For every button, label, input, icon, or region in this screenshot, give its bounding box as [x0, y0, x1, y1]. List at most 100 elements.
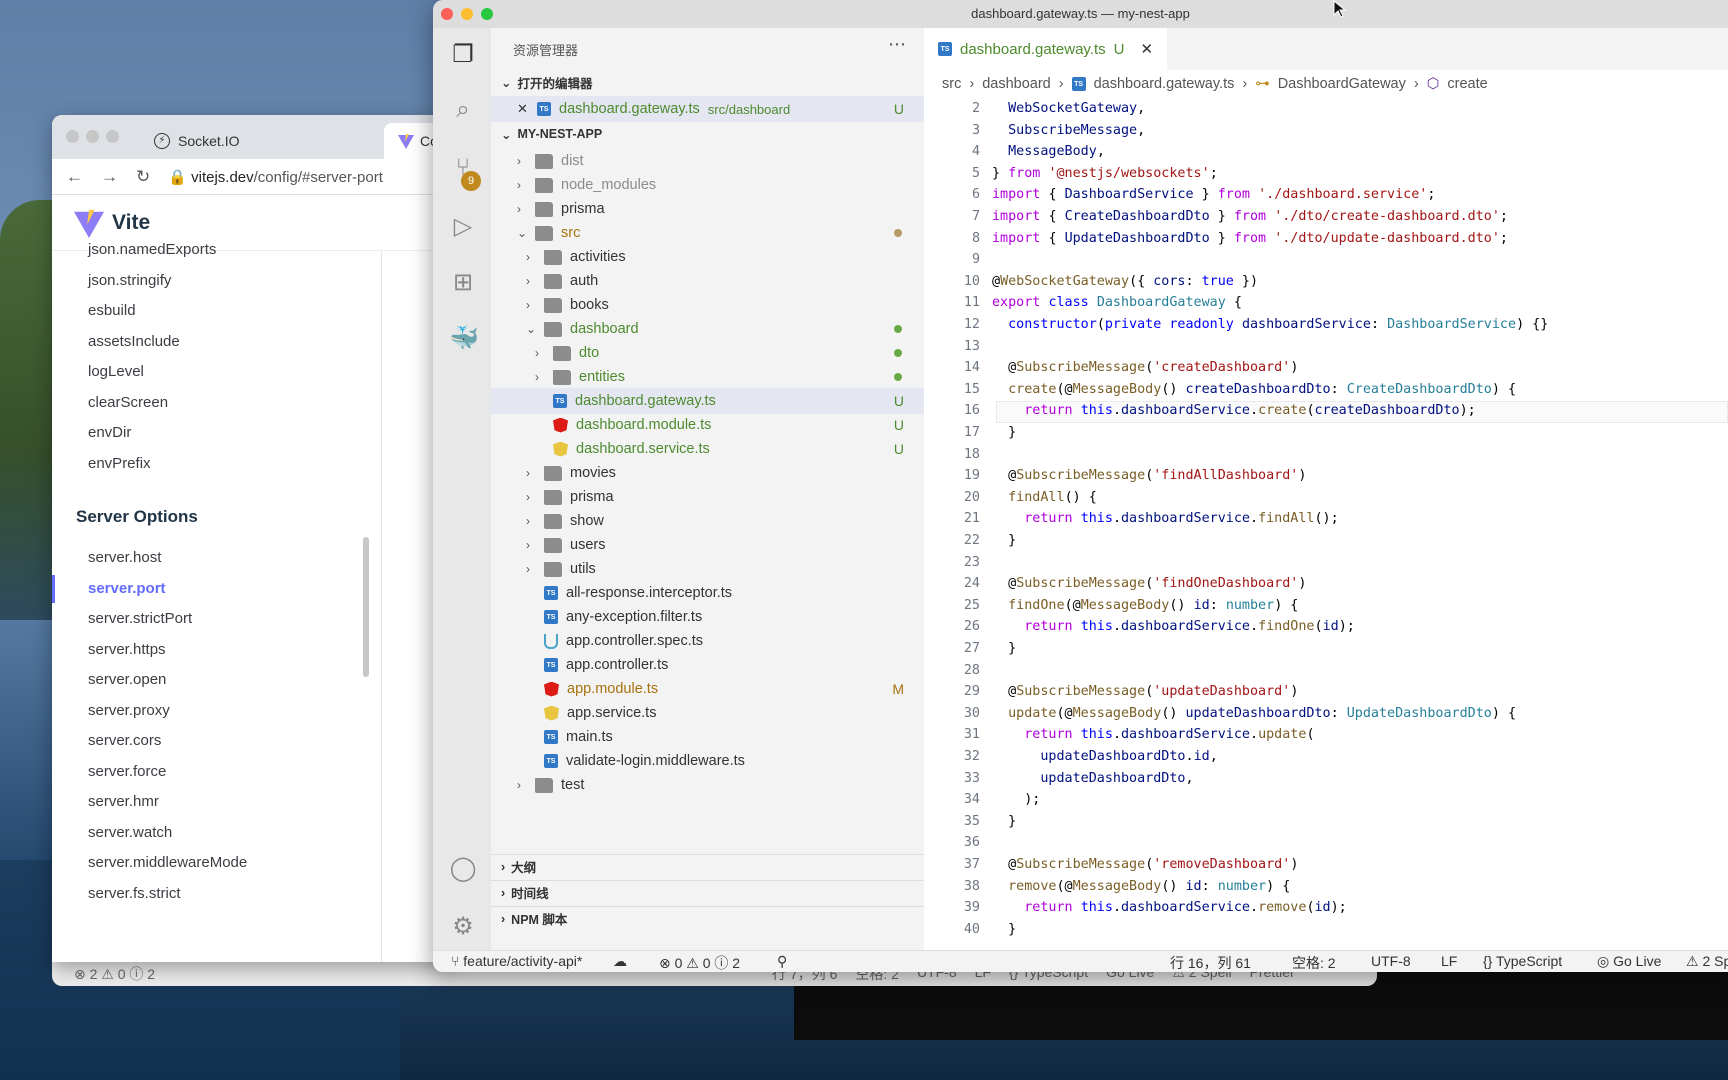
tree-item[interactable]: app.service.ts [491, 700, 924, 726]
sidebar-link[interactable]: server.middlewareMode [88, 854, 247, 871]
cursor-position[interactable]: 行 16，列 61 [1170, 953, 1251, 972]
search-icon[interactable]: ⌕ [449, 96, 477, 124]
sidebar-link[interactable]: server.fs.strict [88, 885, 181, 902]
more-actions-icon[interactable]: ⋯ [888, 34, 906, 55]
zoom-window-button[interactable] [106, 130, 119, 143]
tree-item[interactable]: ⌄ dashboard [491, 316, 924, 342]
explorer-icon[interactable]: ❐ [449, 40, 477, 68]
sidebar-link[interactable]: server.port [88, 580, 166, 597]
minimize-window-button[interactable] [461, 8, 473, 20]
sidebar-scrollbar[interactable] [363, 537, 369, 677]
extensions-icon[interactable]: ⊞ [449, 268, 477, 296]
minimize-window-button[interactable] [86, 130, 99, 143]
tree-item[interactable]: dashboard.service.ts U [491, 436, 924, 462]
tree-item[interactable]: TS dashboard.gateway.ts U [491, 388, 924, 414]
sidebar-link[interactable]: envDir [88, 424, 131, 441]
sidebar-link[interactable]: logLevel [88, 363, 144, 380]
sidebar-link[interactable]: server.https [88, 641, 166, 658]
problems-indicator[interactable]: ⊗ 0 ⚠ 0 ⓘ 2 [659, 953, 740, 972]
code-token: . [1250, 403, 1259, 419]
address-bar[interactable]: 🔒 vitejs.dev/config/#server-port [168, 168, 383, 186]
open-editors-section[interactable]: ⌄ 打开的编辑器 [491, 70, 924, 94]
run-debug-icon[interactable]: ▷ [449, 212, 477, 240]
tree-item[interactable]: TS app.controller.ts [491, 652, 924, 678]
tree-item[interactable]: › users [491, 532, 924, 558]
tree-item[interactable]: › show [491, 508, 924, 534]
zoom-window-button[interactable] [481, 8, 493, 20]
line-endings[interactable]: LF [1441, 953, 1457, 969]
tree-item[interactable]: › entities [491, 364, 924, 390]
code-token: return [1024, 619, 1081, 635]
tree-item[interactable]: › activities [491, 244, 924, 270]
tree-item[interactable]: › test [491, 772, 924, 798]
tree-item[interactable]: › auth [491, 268, 924, 294]
sidebar-link[interactable]: esbuild [88, 302, 136, 319]
sidebar-link[interactable]: json.stringify [88, 272, 171, 289]
indentation[interactable]: 空格: 2 [1292, 953, 1336, 972]
outline-section[interactable]: › 大纲 [491, 854, 924, 878]
account-icon[interactable]: ◯ [449, 854, 477, 882]
tree-item[interactable]: TS main.ts [491, 724, 924, 750]
sidebar-link[interactable]: server.open [88, 671, 166, 688]
sidebar-link[interactable]: server.strictPort [88, 610, 192, 627]
sidebar-link[interactable]: server.force [88, 763, 166, 780]
tree-item[interactable]: app.module.ts M [491, 676, 924, 702]
reload-icon[interactable]: ↻ [136, 167, 150, 187]
sidebar-link[interactable]: server.hmr [88, 793, 159, 810]
tree-item[interactable]: TS any-exception.filter.ts [491, 604, 924, 630]
sync-icon[interactable]: ☁ [613, 953, 627, 970]
language-mode[interactable]: {} TypeScript [1483, 953, 1562, 969]
close-window-button[interactable] [66, 130, 79, 143]
forward-icon[interactable]: → [101, 167, 118, 187]
tree-item[interactable]: › prisma [491, 196, 924, 222]
tree-item[interactable]: TS validate-login.middleware.ts [491, 748, 924, 774]
settings-gear-icon[interactable]: ⚙ [449, 912, 477, 940]
brand-name[interactable]: Vite [112, 211, 150, 235]
breadcrumb-item[interactable]: dashboard [982, 76, 1051, 92]
tree-item[interactable]: › dist [491, 148, 924, 174]
tree-item[interactable]: dashboard.module.ts U [491, 412, 924, 438]
sidebar-link[interactable]: json.namedExports [88, 241, 216, 258]
line-number: 3 [971, 122, 980, 138]
encoding[interactable]: UTF-8 [1371, 953, 1411, 969]
go-live-button[interactable]: ◎ Go Live [1597, 953, 1661, 970]
tree-item[interactable]: › utils [491, 556, 924, 582]
sidebar-link[interactable]: server.watch [88, 824, 172, 841]
sidebar-link[interactable]: server.host [88, 549, 161, 566]
breadcrumb-item[interactable]: create [1447, 76, 1487, 92]
tab-dashboard-gateway[interactable]: TS dashboard.gateway.ts U ✕ [924, 28, 1167, 70]
tree-item[interactable]: TS all-response.interceptor.ts [491, 580, 924, 606]
open-editor-item[interactable]: ✕ TS dashboard.gateway.ts src/dashboard … [491, 96, 924, 122]
vite-logo-icon[interactable] [74, 208, 104, 238]
tree-item[interactable]: › prisma [491, 484, 924, 510]
ports-icon[interactable]: ⚲ [777, 953, 787, 970]
back-icon[interactable]: ← [66, 167, 83, 187]
close-window-button[interactable] [441, 8, 453, 20]
breadcrumb-item[interactable]: DashboardGateway [1278, 76, 1406, 92]
close-editor-icon[interactable]: ✕ [517, 101, 531, 117]
git-status: U [893, 417, 904, 433]
line-number: 29 [963, 684, 980, 700]
tree-item[interactable]: ⌄ src [491, 220, 924, 246]
sidebar-link[interactable]: clearScreen [88, 394, 168, 411]
npm-scripts-section[interactable]: › NPM 脚本 [491, 906, 924, 930]
branch-indicator[interactable]: ⑂ feature/activity-api* [451, 953, 582, 969]
sidebar-link[interactable]: server.proxy [88, 702, 170, 719]
sidebar-link[interactable]: envPrefix [88, 455, 151, 472]
sidebar-link[interactable]: server.cors [88, 732, 161, 749]
code-editor[interactable]: 2 WebSocketGateway, 3 SubscribeMessage, 4 … [924, 98, 1728, 950]
spell-check[interactable]: ⚠ 2 Spell [1686, 953, 1728, 970]
timeline-section[interactable]: › 时间线 [491, 880, 924, 904]
tree-item[interactable]: › books [491, 292, 924, 318]
breadcrumb-item[interactable]: dashboard.gateway.ts [1094, 76, 1235, 92]
code-line: @SubscribeMessage('findAllDashboard') [992, 468, 1306, 483]
tree-item[interactable]: app.controller.spec.ts [491, 628, 924, 654]
tree-item[interactable]: › dto [491, 340, 924, 366]
sidebar-link[interactable]: assetsInclude [88, 333, 180, 350]
close-tab-icon[interactable]: ✕ [1141, 40, 1154, 58]
docker-icon[interactable]: 🐳 [449, 324, 479, 352]
breadcrumb-item[interactable]: src [942, 76, 961, 92]
tree-item[interactable]: › node_modules [491, 172, 924, 198]
project-section[interactable]: ⌄ MY-NEST-APP [491, 122, 924, 146]
tree-item[interactable]: › movies [491, 460, 924, 486]
